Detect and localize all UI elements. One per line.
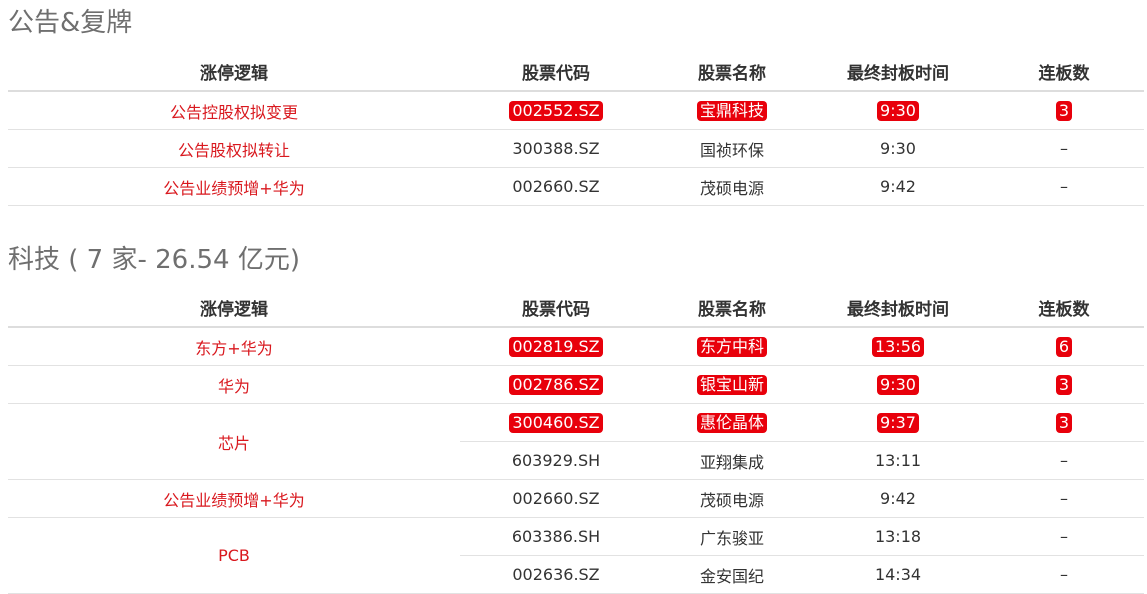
header-final-seal-time: 最终封板时间 (812, 53, 984, 92)
row-boards: – (984, 129, 1144, 168)
row-time-cell: 9:37 (812, 403, 984, 442)
seal-time-badge: 9:30 (877, 100, 919, 121)
row-time-cell: 9:30 (812, 91, 984, 130)
row-name[interactable]: 广东骏亚 (652, 517, 812, 556)
announcements-table: 涨停逻辑 股票代码 股票名称 最终封板时间 连板数 公告控股权拟变更 00255… (8, 53, 1144, 206)
row-time: 9:42 (812, 167, 984, 206)
row-logic: 公告股权拟转让 (8, 129, 460, 168)
section-title-announcements: 公告&复牌 (8, 8, 133, 38)
stock-name-badge[interactable]: 宝鼎科技 (696, 100, 767, 121)
seal-time-badge: 13:56 (871, 336, 925, 357)
header-final-seal-time: 最终封板时间 (812, 289, 984, 328)
section-title-technology: 科技 ( 7 家- 26.54 亿元) (8, 245, 300, 275)
row-logic: 东方+华为 (8, 327, 460, 366)
table-row[interactable]: 公告业绩预增+华为 002660.SZ 茂硕电源 9:42 – (8, 479, 1144, 518)
row-boards-cell: 3 (984, 365, 1144, 404)
row-time-cell: 9:30 (812, 365, 984, 404)
row-boards-cell: 6 (984, 327, 1144, 366)
row-code[interactable]: 603929.SH (460, 441, 652, 480)
row-logic: 公告业绩预增+华为 (8, 479, 460, 518)
header-limit-up-logic: 涨停逻辑 (8, 289, 460, 328)
boards-count-badge: 3 (1055, 374, 1073, 395)
row-time: 9:30 (812, 129, 984, 168)
boards-count-badge: 6 (1055, 336, 1073, 357)
row-boards: – (984, 441, 1144, 480)
table-header-row: 涨停逻辑 股票代码 股票名称 最终封板时间 连板数 (8, 53, 1144, 92)
seal-time-badge: 9:30 (877, 374, 919, 395)
stock-name-badge[interactable]: 东方中科 (696, 336, 767, 357)
table-row[interactable]: 东方+华为 002819.SZ 东方中科 13:56 6 (8, 327, 1144, 366)
row-time: 9:42 (812, 479, 984, 518)
row-code-cell: 300460.SZ (460, 403, 652, 442)
table-row[interactable]: 公告业绩预增+华为 002660.SZ 茂硕电源 9:42 – (8, 167, 1144, 206)
row-time: 14:34 (812, 555, 984, 594)
row-name-cell: 银宝山新 (652, 365, 812, 404)
table-row[interactable]: 芯片 300460.SZ 惠伦晶体 9:37 3 (8, 403, 1144, 480)
row-boards: – (984, 167, 1144, 206)
row-boards-cell: 3 (984, 403, 1144, 442)
row-code-cell: 002819.SZ (460, 327, 652, 366)
row-code[interactable]: 002660.SZ (460, 479, 652, 518)
table-row[interactable]: 公告控股权拟变更 002552.SZ 宝鼎科技 9:30 3 (8, 91, 1144, 130)
stock-code-badge[interactable]: 002819.SZ (509, 336, 603, 357)
row-logic: 公告控股权拟变更 (8, 91, 460, 130)
stock-name-badge[interactable]: 银宝山新 (696, 374, 767, 395)
row-logic: 公告业绩预增+华为 (8, 167, 460, 206)
table-row[interactable]: 华为 002786.SZ 银宝山新 9:30 3 (8, 365, 1144, 404)
row-logic: 华为 (8, 365, 460, 404)
row-time: 13:18 (812, 517, 984, 556)
row-boards: – (984, 479, 1144, 518)
row-time-cell: 13:56 (812, 327, 984, 366)
table-row[interactable]: 公告股权拟转让 300388.SZ 国祯环保 9:30 – (8, 129, 1144, 168)
table-row[interactable]: PCB 603386.SH 广东骏亚 13:18 – (8, 517, 1144, 594)
row-boards: – (984, 517, 1144, 556)
header-limit-up-logic: 涨停逻辑 (8, 53, 460, 92)
stock-code-badge[interactable]: 300460.SZ (509, 412, 603, 433)
row-code[interactable]: 002636.SZ (460, 555, 652, 594)
header-stock-name: 股票名称 (652, 289, 812, 328)
row-logic: PCB (8, 517, 460, 594)
row-name-cell: 惠伦晶体 (652, 403, 812, 442)
row-name[interactable]: 茂硕电源 (652, 167, 812, 206)
row-time: 13:11 (812, 441, 984, 480)
row-name[interactable]: 茂硕电源 (652, 479, 812, 518)
row-code[interactable]: 002660.SZ (460, 167, 652, 206)
header-stock-name: 股票名称 (652, 53, 812, 92)
row-code-cell: 002552.SZ (460, 91, 652, 130)
row-code[interactable]: 300388.SZ (460, 129, 652, 168)
stock-code-badge[interactable]: 002552.SZ (509, 100, 603, 121)
boards-count-badge: 3 (1055, 100, 1073, 121)
row-name[interactable]: 金安国纪 (652, 555, 812, 594)
row-name-cell: 东方中科 (652, 327, 812, 366)
header-stock-code: 股票代码 (460, 53, 652, 92)
row-boards-cell: 3 (984, 91, 1144, 130)
header-stock-code: 股票代码 (460, 289, 652, 328)
table-header-row: 涨停逻辑 股票代码 股票名称 最终封板时间 连板数 (8, 289, 1144, 328)
stock-name-badge[interactable]: 惠伦晶体 (696, 412, 767, 433)
boards-count-badge: 3 (1055, 412, 1073, 433)
row-name[interactable]: 亚翔集成 (652, 441, 812, 480)
stock-code-badge[interactable]: 002786.SZ (509, 374, 603, 395)
seal-time-badge: 9:37 (877, 412, 919, 433)
technology-table: 涨停逻辑 股票代码 股票名称 最终封板时间 连板数 东方+华为 002819.S… (8, 289, 1144, 594)
row-boards: – (984, 555, 1144, 594)
row-name[interactable]: 国祯环保 (652, 129, 812, 168)
row-code-cell: 002786.SZ (460, 365, 652, 404)
header-consecutive-boards: 连板数 (984, 53, 1144, 92)
header-consecutive-boards: 连板数 (984, 289, 1144, 328)
row-name-cell: 宝鼎科技 (652, 91, 812, 130)
row-code[interactable]: 603386.SH (460, 517, 652, 556)
row-logic: 芯片 (8, 403, 460, 480)
